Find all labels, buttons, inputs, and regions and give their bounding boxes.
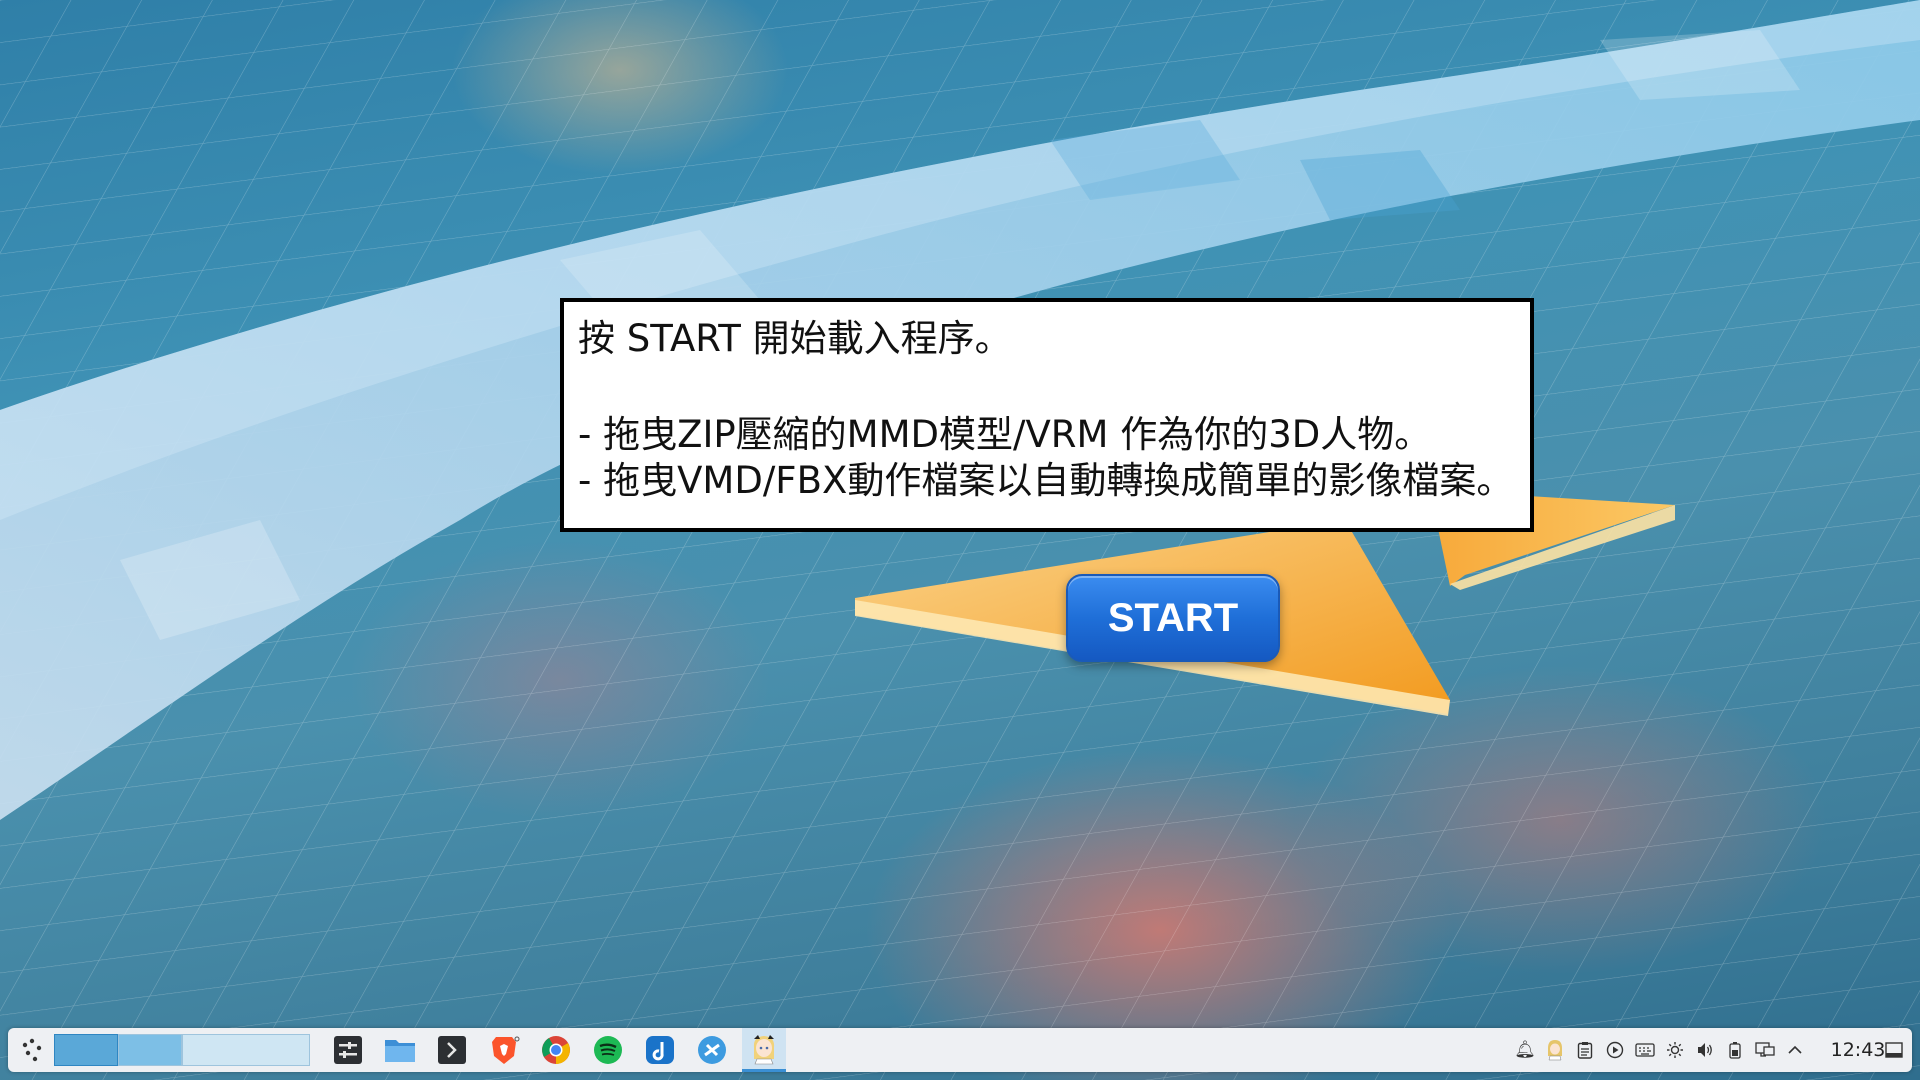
dialog-line-start-hint: 按 START 開始載入程序。 — [578, 317, 1012, 360]
chrome-browser-icon — [542, 1036, 570, 1064]
media-player-button[interactable] — [1602, 1028, 1628, 1072]
music-app-button[interactable] — [638, 1028, 682, 1072]
notification-bell-icon: 🔔︎ — [1514, 1040, 1536, 1060]
battery-icon — [1729, 1042, 1741, 1059]
expand-tray-button[interactable] — [1782, 1028, 1808, 1072]
dialog-line-motion-hint: - 拖曳VMD/FBX動作檔案以自動轉換成簡單的影像檔案。 — [578, 459, 1514, 502]
music-app-icon — [646, 1036, 674, 1064]
system-settings-icon — [334, 1036, 362, 1064]
discover-app-icon — [698, 1036, 726, 1064]
brave-browser-button[interactable] — [482, 1028, 526, 1072]
virtual-desktop-pager[interactable] — [54, 1034, 310, 1066]
virtual-desktop-3[interactable] — [182, 1034, 310, 1066]
brave-browser-icon — [492, 1036, 520, 1064]
terminal-button[interactable] — [430, 1028, 474, 1072]
taskbar: 🔔︎ 12:43 — [8, 1028, 1912, 1072]
clipboard-icon — [1577, 1042, 1593, 1059]
character-tray-icon — [1548, 1040, 1562, 1061]
file-manager-button[interactable] — [378, 1028, 422, 1072]
show-desktop-icon — [1885, 1042, 1903, 1058]
terminal-icon — [438, 1036, 466, 1064]
desktop-wallpaper: 按 START 開始載入程序。 - 拖曳ZIP壓縮的MMD模型/VRM 作為你的… — [0, 0, 1920, 1080]
volume-icon — [1698, 1043, 1712, 1057]
network-button[interactable] — [1752, 1028, 1778, 1072]
battery-button[interactable] — [1722, 1028, 1748, 1072]
mmd-character-app-button[interactable] — [742, 1028, 786, 1072]
discover-app-button[interactable] — [690, 1028, 734, 1072]
network-icon — [1755, 1042, 1775, 1057]
dialog-line-model-hint: - 拖曳ZIP壓縮的MMD模型/VRM 作為你的3D人物。 — [578, 413, 1432, 456]
system-settings-button[interactable] — [326, 1028, 370, 1072]
mmd-character-app-icon — [753, 1034, 775, 1064]
brightness-button[interactable] — [1662, 1028, 1688, 1072]
chrome-browser-button[interactable] — [534, 1028, 578, 1072]
wallpaper-graphic — [0, 0, 1920, 1080]
show-desktop-button[interactable] — [1880, 1028, 1908, 1072]
file-manager-icon — [385, 1040, 415, 1062]
expand-tray-icon — [1788, 1045, 1802, 1054]
media-player-icon — [1606, 1041, 1624, 1059]
clipboard-button[interactable] — [1572, 1028, 1598, 1072]
app-launcher-button[interactable] — [12, 1028, 52, 1072]
virtual-desktop-1[interactable] — [54, 1034, 118, 1066]
keyboard-icon — [1635, 1043, 1655, 1057]
virtual-desktop-2[interactable] — [118, 1034, 182, 1066]
brightness-icon — [1667, 1042, 1683, 1058]
notification-bell-button[interactable]: 🔔︎ — [1512, 1028, 1538, 1072]
spotify-icon — [594, 1036, 622, 1064]
keyboard-layout-button[interactable] — [1632, 1028, 1658, 1072]
volume-button[interactable] — [1692, 1028, 1718, 1072]
spotify-button[interactable] — [586, 1028, 630, 1072]
start-button[interactable]: START — [1066, 574, 1280, 662]
app-launcher-icon — [22, 1038, 42, 1062]
character-tray-button[interactable] — [1542, 1028, 1568, 1072]
instruction-dialog: 按 START 開始載入程序。 - 拖曳ZIP壓縮的MMD模型/VRM 作為你的… — [560, 298, 1534, 532]
